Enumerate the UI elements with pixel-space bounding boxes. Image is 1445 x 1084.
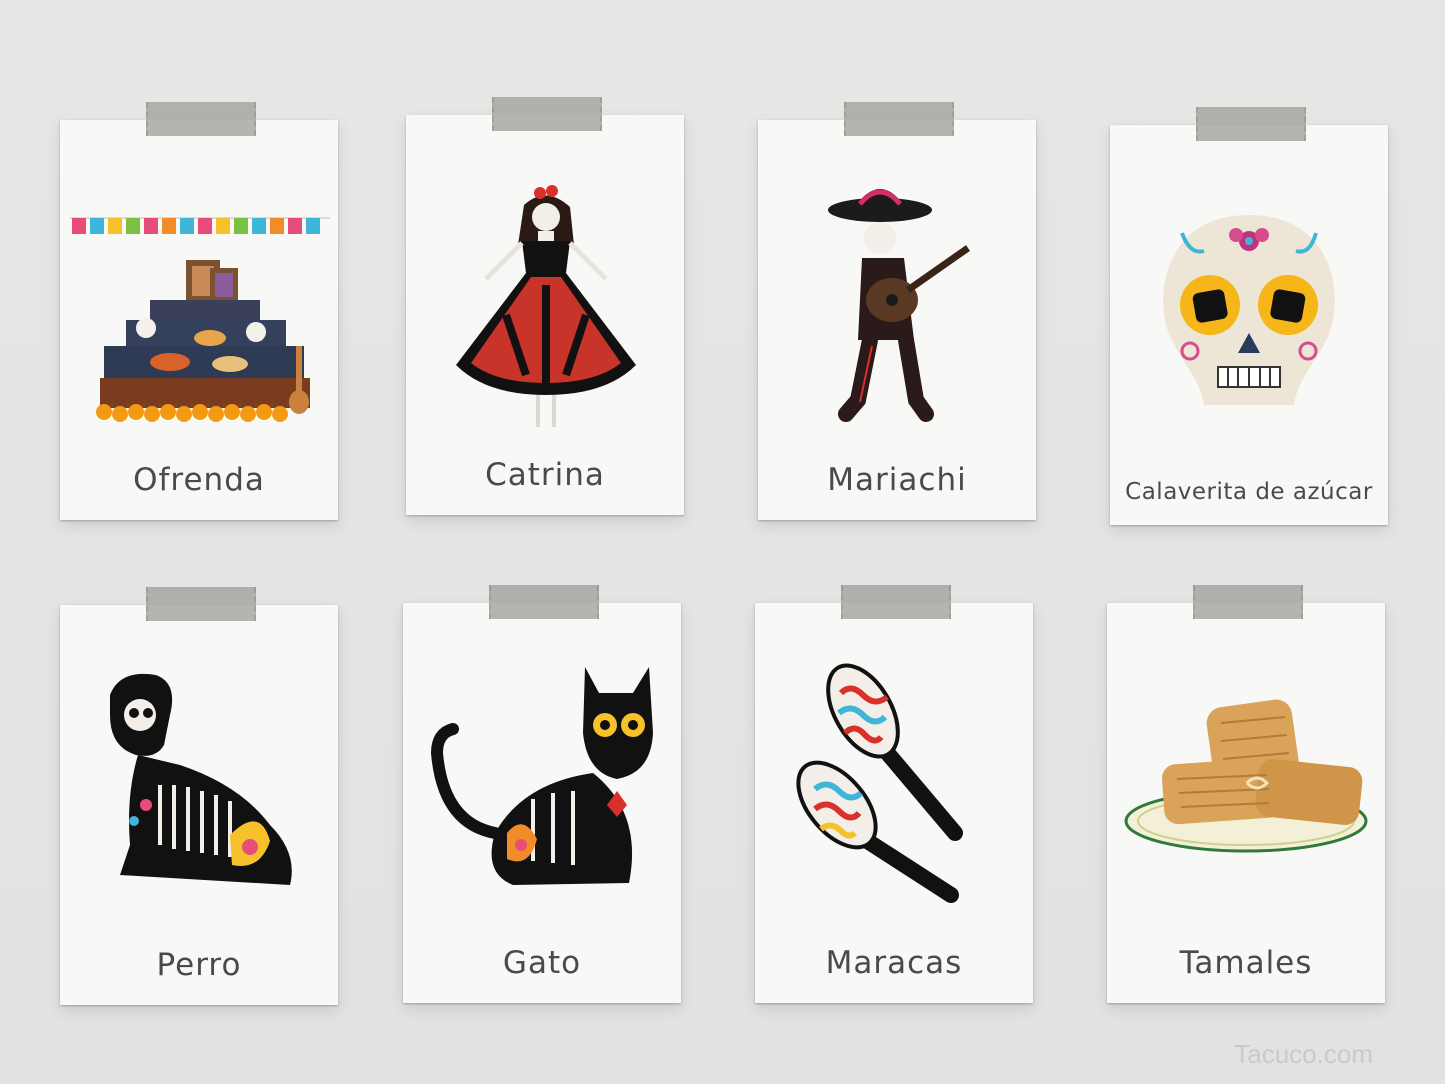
card-label: Ofrenda: [133, 462, 265, 498]
tape: [489, 585, 599, 619]
card-label: Gato: [502, 945, 582, 981]
tape: [146, 102, 256, 136]
card-label: Perro: [156, 947, 242, 983]
flashcard-catrina: Catrina: [406, 97, 684, 515]
flashcard-maracas: Maracas: [755, 585, 1033, 1003]
card-label: Catrina: [485, 457, 605, 493]
catrina-icon: [456, 185, 636, 427]
tape: [841, 585, 951, 619]
tape: [1193, 585, 1303, 619]
watermark: Tacuco.com: [1234, 1039, 1373, 1069]
tape: [844, 102, 954, 136]
card-label: Mariachi: [827, 462, 967, 498]
tape: [1196, 107, 1306, 141]
flashcard-calaverita: Calaverita de azúcar: [1110, 107, 1388, 525]
flashcard-ofrenda: Ofrenda: [60, 102, 338, 520]
card-label: Calaverita de azúcar: [1125, 479, 1373, 505]
card-label: Tamales: [1179, 945, 1313, 981]
flashcard-mariachi: Mariachi: [758, 102, 1036, 520]
cat-icon: [430, 667, 653, 885]
tape: [492, 97, 602, 131]
flashcard-gato: Gato: [403, 585, 681, 1003]
ofrenda-icon: [70, 217, 330, 422]
flashcard-tamales: Tamales: [1107, 585, 1385, 1003]
maracas-icon: [796, 663, 963, 903]
card-label: Maracas: [825, 945, 963, 981]
tamales-icon: [1124, 699, 1368, 853]
tape: [146, 587, 256, 621]
mariachi-icon: [828, 189, 971, 422]
dog-icon: [110, 673, 292, 885]
flashcard-perro: Perro: [60, 587, 338, 1005]
sugar-skull-icon: [1163, 215, 1335, 405]
